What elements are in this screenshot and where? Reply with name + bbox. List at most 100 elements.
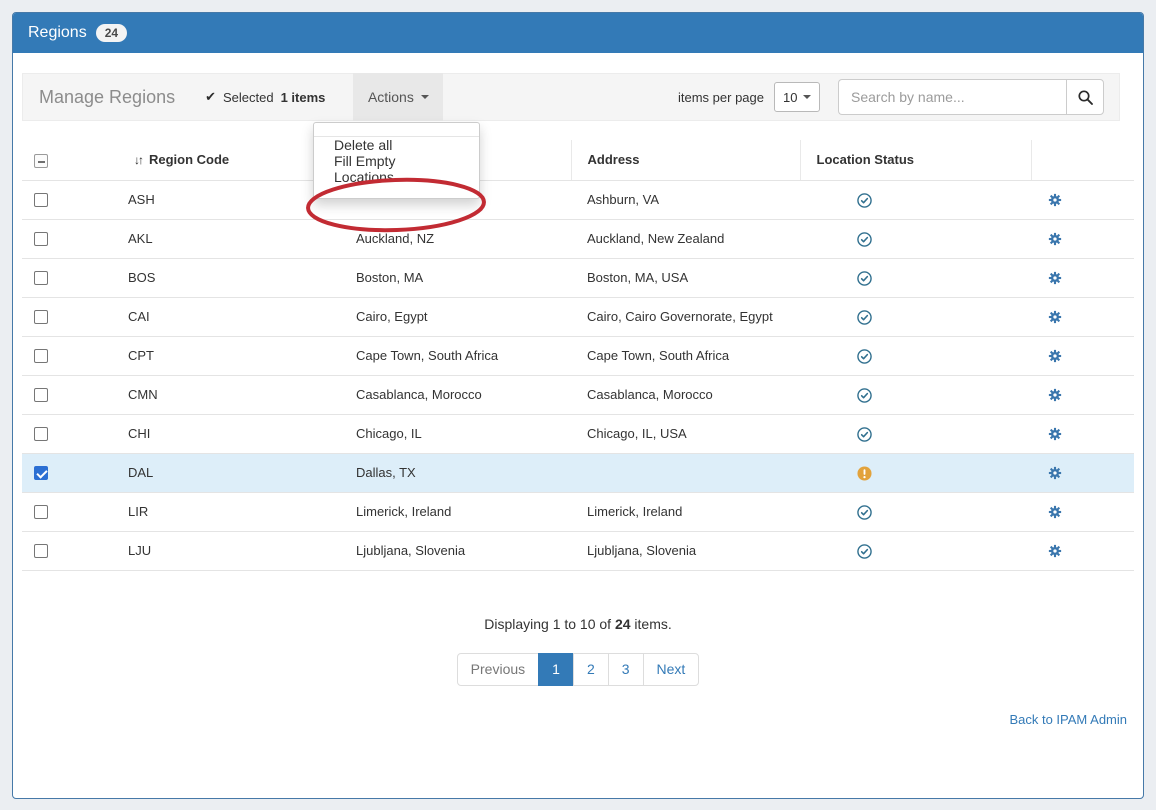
address-cell: Boston, MA, USA [571,258,800,297]
region-code-cell: CMN [114,375,344,414]
table-row: BOS Boston, MA Boston, MA, USA [22,258,1134,297]
status-warning-icon [857,466,872,481]
status-cell [800,531,1031,570]
search-input[interactable] [838,79,1066,115]
region-name-cell: Dallas, TX [344,453,571,492]
regions-panel: Regions 24 Manage Regions ✔ Selected 1 i… [12,12,1144,799]
region-code-cell: CPT [114,336,344,375]
row-checkbox[interactable] [34,193,48,207]
row-checkbox[interactable] [34,466,48,480]
status-cell [800,453,1031,492]
back-to-ipam-admin-link[interactable]: Back to IPAM Admin [1009,712,1127,727]
toolbar: Manage Regions ✔ Selected 1 items Action… [22,73,1120,121]
table-row: CHI Chicago, IL Chicago, IL, USA [22,414,1134,453]
magnifier-icon [1077,89,1094,106]
row-checkbox[interactable] [34,544,48,558]
region-name-cell: Chicago, IL [344,414,571,453]
table-row: CMN Casablanca, Morocco Casablanca, Moro… [22,375,1134,414]
check-icon: ✔ [205,89,216,105]
region-name-cell: Boston, MA [344,258,571,297]
status-ok-icon [857,544,872,559]
actions-cell [1031,336,1134,375]
pagination-button[interactable]: 1 [538,653,574,686]
row-checkbox[interactable] [34,388,48,402]
summary-count: 24 [615,616,631,632]
gear-icon[interactable] [1048,349,1062,363]
header-actions [1031,140,1134,180]
region-code-cell: LIR [114,492,344,531]
header-location-status[interactable]: Location Status [800,140,1031,180]
status-ok-icon [857,505,872,520]
dropdown-menu-item[interactable]: Delete all [314,137,479,153]
address-cell: Cairo, Cairo Governorate, Egypt [571,297,800,336]
gear-icon[interactable] [1048,310,1062,324]
items-per-page-label: items per page [678,90,764,105]
items-per-page-value: 10 [783,90,797,105]
actions-cell [1031,297,1134,336]
pagination: Previous123Next [22,653,1134,686]
status-ok-icon [857,310,872,325]
actions-button[interactable]: Actions [353,73,443,121]
table-body: ASH Ashburn, VA [22,180,1134,570]
region-name-cell: Cairo, Egypt [344,297,571,336]
row-checkbox[interactable] [34,427,48,441]
table-row: AKL Auckland, NZ Auckland, New Zealand [22,219,1134,258]
gear-icon[interactable] [1048,388,1062,402]
gear-icon[interactable] [1048,505,1062,519]
status-ok-icon [857,193,872,208]
status-cell [800,297,1031,336]
gear-icon[interactable] [1048,466,1062,480]
pagination-button[interactable]: 2 [573,653,609,686]
selected-count: 1 items [281,90,326,105]
status-cell [800,258,1031,297]
actions-cell [1031,453,1134,492]
row-checkbox[interactable] [34,349,48,363]
actions-dropdown-menu: Delete allFill Empty Locations [313,122,480,199]
panel-heading: Regions 24 [13,13,1143,53]
header-address[interactable]: Address [571,140,800,180]
gear-icon[interactable] [1048,193,1062,207]
summary-suffix: items. [631,616,672,632]
header-region-code[interactable]: ↓↑Region Code [114,140,344,180]
select-all-checkbox[interactable] [34,154,48,168]
pagination-button[interactable]: Previous [457,653,539,686]
status-ok-icon [857,388,872,403]
region-code-cell: ASH [114,180,344,219]
caret-down-icon [803,95,811,99]
back-row: Back to IPAM Admin [22,711,1134,729]
region-name-cell: Cape Town, South Africa [344,336,571,375]
row-checkbox[interactable] [34,310,48,324]
table-row: LJU Ljubljana, Slovenia Ljubljana, Slove… [22,531,1134,570]
search-group [838,79,1104,115]
toolbar-right-group: items per page 10 [678,79,1119,115]
address-cell: Auckland, New Zealand [571,219,800,258]
status-ok-icon [857,232,872,247]
pagination-button[interactable]: 3 [608,653,644,686]
pagination-button[interactable]: Next [643,653,700,686]
row-checkbox[interactable] [34,505,48,519]
actions-cell [1031,180,1134,219]
region-code-cell: DAL [114,453,344,492]
items-per-page-select[interactable]: 10 [774,82,820,112]
regions-table: ↓↑Region Code Address Location Status AS… [22,140,1134,571]
region-code-cell: LJU [114,531,344,570]
region-name-cell: Limerick, Ireland [344,492,571,531]
panel-body: Manage Regions ✔ Selected 1 items Action… [13,53,1143,729]
table-row: ASH Ashburn, VA [22,180,1134,219]
caret-down-icon [421,95,429,99]
actions-cell [1031,414,1134,453]
table-row: LIR Limerick, Ireland Limerick, Ireland [22,492,1134,531]
gear-icon[interactable] [1048,544,1062,558]
search-button[interactable] [1066,79,1104,115]
gear-icon[interactable] [1048,271,1062,285]
address-cell: Cape Town, South Africa [571,336,800,375]
address-cell: Ljubljana, Slovenia [571,531,800,570]
selected-prefix: Selected [223,90,274,105]
menu-spacer [314,123,479,136]
gear-icon[interactable] [1048,427,1062,441]
gear-icon[interactable] [1048,232,1062,246]
row-checkbox[interactable] [34,232,48,246]
dropdown-menu-item[interactable]: Fill Empty Locations [314,153,479,185]
region-code-cell: BOS [114,258,344,297]
row-checkbox[interactable] [34,271,48,285]
